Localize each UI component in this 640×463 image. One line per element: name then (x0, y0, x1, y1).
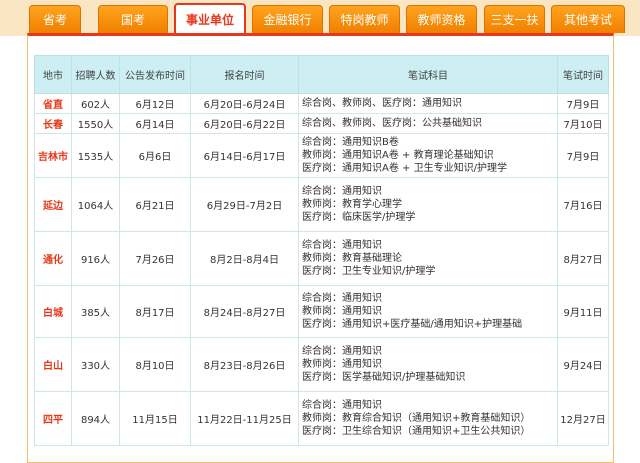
tab-bar: 省考 国考 事业单位 金融银行 特岗教师 教师资格 三支一扶 其他考试 (0, 0, 640, 36)
subjects-cell: 综合岗、教师岗、医疗岗：公共基础知识 (298, 113, 558, 134)
column-header: 报名时间 (190, 55, 299, 94)
subject-line: 教师岗：教育学心理学 (302, 199, 402, 210)
subject-line: 综合岗：通用知识 (302, 293, 382, 304)
subject-line: 教师岗：教育基础理论 (302, 253, 402, 264)
subject-line: 医疗岗：卫生综合知识（通用知识+卫生公共知识） (302, 426, 531, 437)
city-cell[interactable]: 白城 (34, 285, 72, 338)
subject-line: 综合岗：通用知识B卷 (302, 137, 399, 148)
exam-date-cell: 7月9日 (557, 93, 609, 114)
signup-period-cell: 8月24日-8月27日 (190, 285, 299, 338)
subject-line: 教师岗：通用知识 (302, 306, 382, 317)
column-header: 笔试时间 (557, 55, 609, 94)
table-header-row: 地市 招聘人数 公告发布时间 报名时间 笔试科目 笔试时间 (34, 55, 609, 94)
announce-date-cell: 6月12日 (119, 93, 191, 114)
subject-line: 综合岗：通用知识 (302, 186, 382, 197)
subject-line: 综合岗：通用知识 (302, 346, 382, 357)
announce-date-cell: 6月6日 (119, 133, 191, 178)
subject-line: 教师岗：通用知识 (302, 359, 382, 370)
exam-date-cell: 7月9日 (557, 133, 609, 178)
city-cell[interactable]: 长春 (34, 113, 72, 134)
tab-0[interactable]: 省考 (29, 5, 81, 33)
city-cell[interactable]: 四平 (34, 391, 72, 446)
signup-period-cell: 6月14日-6月17日 (190, 133, 299, 178)
tab-1[interactable]: 国考 (98, 5, 168, 33)
subjects-cell: 综合岗、教师岗、医疗岗：通用知识 (298, 93, 558, 114)
exam-schedule-table: 地市 招聘人数 公告发布时间 报名时间 笔试科目 笔试时间 省直 602人 6月12日 6月20… (34, 55, 609, 446)
headcount-cell: 916人 (71, 231, 120, 286)
announce-date-cell: 8月17日 (119, 285, 191, 338)
column-header: 招聘人数 (71, 55, 120, 94)
subject-line: 教师岗：教育综合知识（通用知识+教育基础知识） (302, 413, 531, 424)
exam-date-cell: 7月16日 (557, 177, 609, 232)
subjects-cell: 综合岗：通用知识教师岗：教育学心理学医疗岗：临床医学/护理学 (298, 177, 558, 232)
announce-date-cell: 6月14日 (119, 113, 191, 134)
tab-2[interactable]: 事业单位 (174, 3, 246, 34)
column-header: 笔试科目 (298, 55, 558, 94)
tab-3[interactable]: 金融银行 (252, 5, 323, 33)
signup-period-cell: 6月29日-7月2日 (190, 177, 299, 232)
exam-date-cell: 12月27日 (557, 391, 609, 446)
announce-date-cell: 6月21日 (119, 177, 191, 232)
subjects-cell: 综合岗：通用知识教师岗：教育基础理论医疗岗：卫生专业知识/护理学 (298, 231, 558, 286)
tab-4[interactable]: 特岗教师 (329, 5, 400, 33)
headcount-cell: 1550人 (71, 113, 120, 134)
exam-date-cell: 9月11日 (557, 285, 609, 338)
announce-date-cell: 7月26日 (119, 231, 191, 286)
table-row: 延边 1064人 6月21日 6月29日-7月2日 综合岗：通用知识教师岗：教育学心理学… (34, 177, 609, 232)
subject-line: 综合岗：通用知识 (302, 400, 382, 411)
headcount-cell: 894人 (71, 391, 120, 446)
city-cell[interactable]: 白山 (34, 337, 72, 392)
exam-date-cell: 9月24日 (557, 337, 609, 392)
subject-line: 医疗岗：医学基础知识/护理基础知识 (302, 372, 466, 383)
table-row: 白城 385人 8月17日 8月24日-8月27日 综合岗：通用知识 教师岗：通用知识医疗… (34, 285, 609, 338)
signup-period-cell: 11月22日-11月25日 (190, 391, 299, 446)
subject-line: 医疗岗：通用知识A卷 + 卫生专业知识/护理学 (302, 163, 507, 174)
tab-7[interactable]: 其他考试 (551, 5, 625, 33)
column-header: 地市 (34, 55, 72, 94)
table-row: 白山 330人 8月10日 8月23日-8月26日 综合岗：通用知识 教师岗：通用知识医疗… (34, 337, 609, 392)
headcount-cell: 1064人 (71, 177, 120, 232)
table-row: 通化 916人 7月26日 8月2日-8月4日 综合岗：通用知识教师岗：教育基础理论医疗… (34, 231, 609, 286)
headcount-cell: 602人 (71, 93, 120, 114)
tab-5[interactable]: 教师资格 (406, 5, 477, 33)
subject-line: 医疗岗：临床医学/护理学 (302, 212, 416, 223)
subjects-cell: 综合岗：通用知识教师岗：教育综合知识（通用知识+教育基础知识） 医疗岗：卫生综合知… (298, 391, 558, 446)
table-row: 吉林市 1535人 6月6日 6月14日-6月17日 综合岗：通用知识B卷教师岗：通用知… (34, 133, 609, 178)
signup-period-cell: 6月20日-6月22日 (190, 113, 299, 134)
city-cell[interactable]: 省直 (34, 93, 72, 114)
table-row: 长春 1550人 6月14日 6月20日-6月22日 综合岗、教师岗、医疗岗：公共基础知… (34, 113, 609, 134)
subjects-cell: 综合岗：通用知识B卷教师岗：通用知识A卷 + 教育理论基础知识医疗岗：通用知识A… (298, 133, 558, 178)
signup-period-cell: 6月20日-6月24日 (190, 93, 299, 114)
headcount-cell: 330人 (71, 337, 120, 392)
announce-date-cell: 8月10日 (119, 337, 191, 392)
subjects-cell: 综合岗：通用知识 教师岗：通用知识医疗岗：通用知识+医疗基础/通用知识+护理基础 (298, 285, 558, 338)
subject-line: 医疗岗：卫生专业知识/护理学 (302, 266, 436, 277)
table-row: 省直 602人 6月12日 6月20日-6月24日 综合岗、教师岗、医疗岗：通用知识 7月… (34, 93, 609, 114)
signup-period-cell: 8月2日-8月4日 (190, 231, 299, 286)
subject-line: 教师岗：通用知识A卷 + 教育理论基础知识 (302, 150, 494, 161)
headcount-cell: 1535人 (71, 133, 120, 178)
tab-6[interactable]: 三支一扶 (484, 5, 545, 33)
subject-line: 医疗岗：通用知识+医疗基础/通用知识+护理基础 (302, 319, 523, 330)
column-header: 公告发布时间 (119, 55, 191, 94)
subjects-cell: 综合岗：通用知识 教师岗：通用知识医疗岗：医学基础知识/护理基础知识 (298, 337, 558, 392)
announce-date-cell: 11月15日 (119, 391, 191, 446)
exam-date-cell: 7月10日 (557, 113, 609, 134)
city-cell[interactable]: 吉林市 (34, 133, 72, 178)
headcount-cell: 385人 (71, 285, 120, 338)
table-row: 四平 894人 11月15日 11月22日-11月25日 综合岗：通用知识教师岗：教育综… (34, 391, 609, 446)
city-cell[interactable]: 延边 (34, 177, 72, 232)
signup-period-cell: 8月23日-8月26日 (190, 337, 299, 392)
exam-date-cell: 8月27日 (557, 231, 609, 286)
subject-line: 综合岗：通用知识 (302, 240, 382, 251)
subject-line: 综合岗、教师岗、医疗岗：通用知识 (302, 98, 462, 109)
city-cell[interactable]: 通化 (34, 231, 72, 286)
subject-line: 综合岗、教师岗、医疗岗：公共基础知识 (302, 118, 482, 129)
